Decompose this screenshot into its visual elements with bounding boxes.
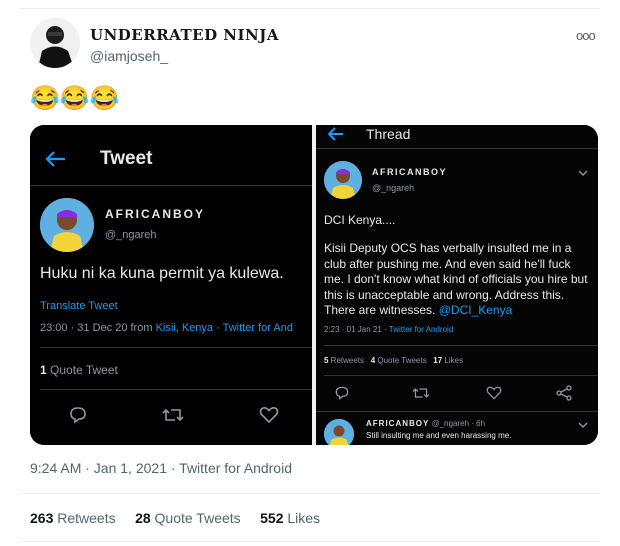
share-icon	[556, 385, 572, 401]
author-name[interactable]: UNDERRATED NINJA	[90, 26, 279, 44]
top-divider	[20, 8, 600, 9]
divider	[20, 541, 600, 542]
tweet-timestamp[interactable]: 9:24 AM · Jan 1, 2021 · Twitter for Andr…	[30, 460, 292, 476]
screenshot-quote-count: 1 Quote Tweet	[40, 363, 118, 377]
chevron-down-icon	[578, 422, 588, 428]
screenshot-stats: 5 Retweets 4 Quote Tweets 17 Likes	[324, 356, 464, 365]
avatar	[324, 419, 354, 445]
reply-text: Still insulting me and even harassing me…	[366, 431, 512, 440]
quote-tweets-stat[interactable]: 28 Quote Tweets	[135, 510, 241, 526]
retweet-icon	[412, 388, 430, 398]
screenshot-meta: 2:23 · 01 Jan 21 · Twitter for Android	[324, 325, 454, 334]
more-options-icon[interactable]: ooo	[576, 28, 596, 43]
arrow-left-icon	[328, 127, 343, 141]
chevron-down-icon	[578, 170, 588, 176]
screenshot-author: AFRICANBOY	[105, 207, 205, 221]
screenshot-tweet-line1: DCI Kenya....	[324, 213, 396, 227]
tweet-text: 😂😂😂	[30, 85, 120, 112]
screenshot-tweet-text: Huku ni ka kuna permit ya kulewa.	[40, 265, 284, 282]
retweet-icon	[162, 408, 184, 422]
likes-stat[interactable]: 552 Likes	[260, 510, 320, 526]
divider	[20, 493, 600, 494]
avatar	[324, 161, 362, 199]
translate-link: Translate Tweet	[40, 300, 118, 312]
reply-icon	[335, 386, 349, 400]
tweet-stats: 263 Retweets 28 Quote Tweets 552 Likes	[30, 510, 320, 526]
like-icon	[259, 407, 279, 424]
author-handle[interactable]: @iamjoseh_	[90, 48, 168, 64]
avatar[interactable]	[30, 18, 80, 68]
media-image-left[interactable]: Tweet AFRICANBOY @_ngareh Huku ni ka kun…	[30, 125, 312, 445]
tweet-detail-page: UNDERRATED NINJA @iamjoseh_ ooo 😂😂😂 Twee…	[0, 0, 620, 546]
screenshot-tweet-text: Kisii Deputy OCS has verbally insulted m…	[324, 241, 588, 317]
screenshot-handle: @_ngareh	[372, 183, 415, 193]
screenshot-meta: 23:00 · 31 Dec 20 from Kisii, Kenya · Tw…	[40, 322, 293, 334]
reply-header: AFRICANBOY @_ngareh · 6h	[366, 419, 486, 428]
avatar	[40, 198, 94, 252]
retweets-stat[interactable]: 263 Retweets	[30, 510, 116, 526]
screenshot-handle: @_ngareh	[105, 229, 157, 241]
reply-icon	[70, 407, 86, 424]
screenshot-author: AFRICANBOY	[372, 167, 447, 177]
like-icon	[486, 386, 502, 400]
arrow-left-icon	[46, 151, 65, 167]
media-image-right[interactable]: Thread AFRICANBOY @_ngareh DCI Kenya....…	[316, 125, 598, 445]
tweet-media[interactable]: Tweet AFRICANBOY @_ngareh Huku ni ka kun…	[30, 125, 598, 445]
screenshot-header: Tweet	[100, 148, 153, 169]
screenshot-header: Thread	[366, 126, 411, 142]
